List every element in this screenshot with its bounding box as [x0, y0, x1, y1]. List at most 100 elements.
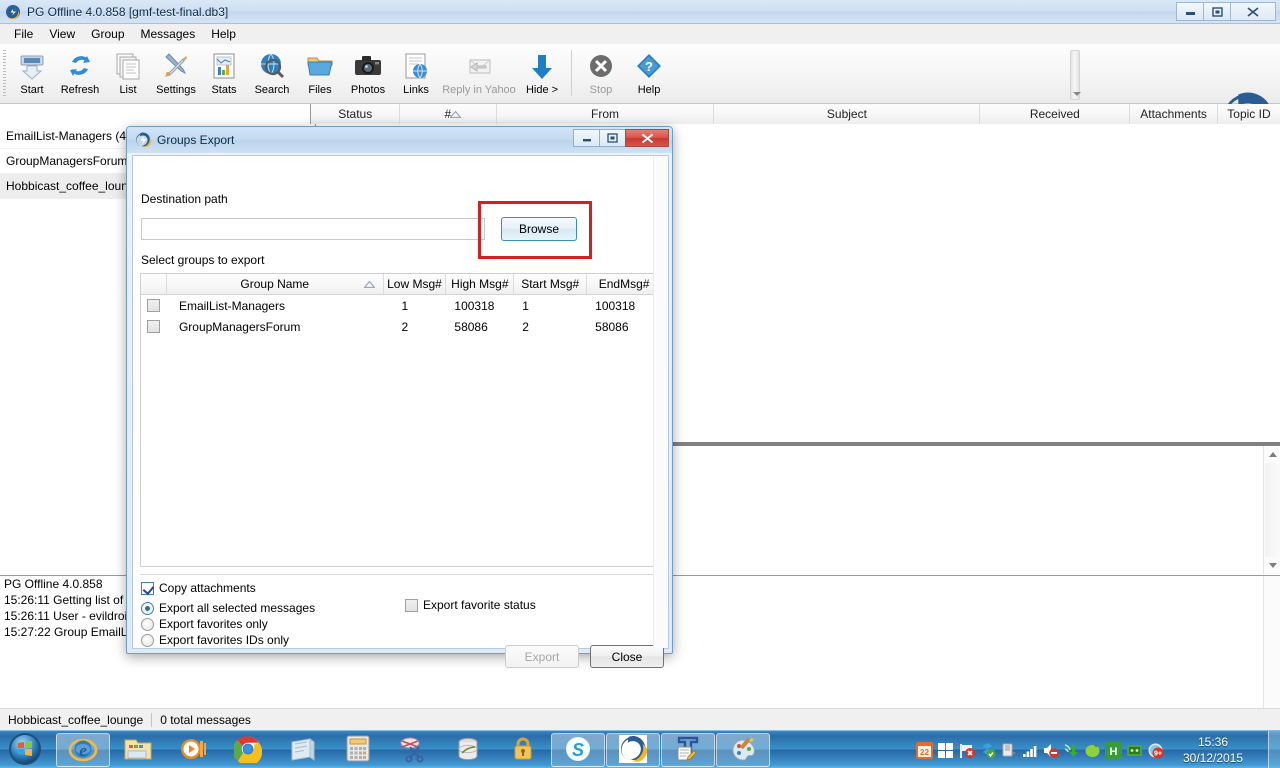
minimize-icon[interactable]: [573, 129, 600, 147]
menu-item-view[interactable]: View: [41, 25, 83, 43]
taskbar-app-google-chrome[interactable]: [221, 733, 275, 767]
toolbar-button-reply-in-yahoo[interactable]: Reply in Yahoo: [440, 46, 518, 102]
column-header-status[interactable]: Status: [311, 104, 401, 124]
toolbar-button-hide[interactable]: Hide >: [518, 46, 566, 102]
show-desktop-button[interactable]: [1268, 731, 1280, 768]
export-favorite-status-checkbox[interactable]: Export favorite status: [405, 597, 536, 613]
toolbar-button-files[interactable]: Files: [296, 46, 344, 102]
row-select-checkbox[interactable]: [141, 299, 167, 312]
grid-column-header-low-msg[interactable]: Low Msg#: [383, 274, 447, 295]
taskbar-app-pg-offline[interactable]: [606, 733, 660, 767]
network-signal-icon[interactable]: [1021, 742, 1038, 759]
taskbar-app-notepad[interactable]: [276, 733, 330, 767]
menu-item-help[interactable]: Help: [203, 25, 244, 43]
column-header-from[interactable]: From: [496, 104, 715, 124]
column-header-attachments[interactable]: Attachments: [1130, 104, 1218, 124]
scrollbar-track[interactable]: [1265, 463, 1280, 557]
main-window-titlebar[interactable]: PG Offline 4.0.858 [gmf-test-final.db3]: [0, 0, 1280, 24]
grid-column-header-group-name[interactable]: Group Name: [166, 274, 384, 295]
cell-group-name: GroupManagersForum: [178, 319, 301, 334]
taskbar-app-file-explorer[interactable]: [111, 733, 165, 767]
taskbar-app-text-editor[interactable]: [661, 733, 715, 767]
preview-scrollbar[interactable]: [1263, 446, 1280, 574]
grid-column-header-checkbox[interactable]: [141, 274, 167, 295]
toolbar-label: Refresh: [60, 84, 100, 96]
internet-explorer-icon: e: [68, 735, 98, 766]
destination-path-input[interactable]: [141, 218, 485, 240]
toolbar-button-stop[interactable]: Stop: [577, 46, 625, 102]
stop-x-circle-icon: [586, 49, 616, 83]
table-row[interactable]: GroupManagersForum 2 58086 2 58086: [141, 316, 662, 337]
close-icon[interactable]: [1230, 2, 1276, 21]
main-toolbar: Start Refresh List Settings Stats Search…: [0, 44, 1280, 142]
grid-column-header-end-msg[interactable]: EndMsg#: [587, 274, 662, 295]
menu-item-file[interactable]: File: [6, 25, 41, 43]
copy-attachments-checkbox[interactable]: Copy attachments: [141, 580, 421, 596]
toolbar-button-links[interactable]: Links: [392, 46, 440, 102]
grid-column-header-high-msg[interactable]: High Msg#: [446, 274, 515, 295]
column-header-number[interactable]: #: [400, 104, 497, 124]
toolbar-button-refresh[interactable]: Refresh: [56, 46, 104, 102]
column-header-received[interactable]: Received: [980, 104, 1131, 124]
windows-start-orb-icon[interactable]: [4, 732, 48, 768]
flag-error-icon[interactable]: [958, 742, 975, 759]
system-tray: 22 H 9+: [916, 731, 1164, 768]
taskbar-app-buttons: e S: [56, 733, 771, 767]
toolbar-button-search[interactable]: Search: [248, 46, 296, 102]
dialog-titlebar[interactable]: Groups Export: [127, 127, 672, 153]
radio-export-favorites-only[interactable]: Export favorites only: [141, 616, 421, 632]
camera-icon: [353, 49, 383, 83]
toolbar-button-help[interactable]: ? Help: [625, 46, 673, 102]
toolbar-button-stats[interactable]: Stats: [200, 46, 248, 102]
taskbar-app-skype[interactable]: S: [551, 733, 605, 767]
lime-green-icon[interactable]: [1084, 742, 1101, 759]
taskbar-app-padlock[interactable]: [496, 733, 550, 767]
browse-button[interactable]: Browse: [501, 217, 577, 241]
toolbar-grip[interactable]: [3, 50, 6, 98]
taskbar-app-media-player[interactable]: [166, 733, 220, 767]
toolbar-button-start[interactable]: Start: [8, 46, 56, 102]
notepad-icon: [289, 736, 317, 765]
dropbox-sync-icon[interactable]: [979, 742, 996, 759]
toolbar-button-photos[interactable]: Photos: [344, 46, 392, 102]
restore-icon[interactable]: [599, 129, 626, 147]
updates-9plus-icon[interactable]: 9+: [1147, 742, 1164, 759]
toolbar-button-settings[interactable]: Settings: [152, 46, 200, 102]
h-green-icon[interactable]: H: [1105, 741, 1122, 759]
menu-item-messages[interactable]: Messages: [133, 25, 204, 43]
volume-muted-icon[interactable]: [1042, 742, 1059, 759]
close-icon[interactable]: [625, 129, 669, 147]
table-row[interactable]: EmailList-Managers 1 100318 1 100318: [141, 295, 662, 316]
scroll-down-arrow-icon[interactable]: [1264, 557, 1280, 574]
log-scrollbar[interactable]: [1263, 576, 1280, 709]
taskbar-app-paint[interactable]: [716, 733, 770, 767]
export-button[interactable]: Export: [505, 645, 579, 668]
column-header-subject[interactable]: Subject: [714, 104, 981, 124]
green-display-icon[interactable]: [1126, 742, 1143, 759]
toolbar-button-list[interactable]: List: [104, 46, 152, 102]
menu-item-group[interactable]: Group: [83, 25, 132, 43]
download-active-icon[interactable]: [1063, 742, 1080, 759]
restore-icon[interactable]: [1203, 2, 1231, 21]
dialog-scrollbar[interactable]: [653, 156, 668, 648]
taskbar-app-internet-explorer[interactable]: e: [56, 733, 110, 767]
groups-grid[interactable]: Group Name Low Msg# High Msg# Start Msg#…: [140, 273, 663, 567]
radio-export-favorites-ids-only[interactable]: Export favorites IDs only: [141, 632, 421, 648]
row-select-checkbox[interactable]: [141, 320, 167, 333]
calendar-22-icon[interactable]: 22: [916, 741, 933, 759]
window-tiles-icon[interactable]: [937, 742, 954, 759]
taskbar-app-database[interactable]: [441, 733, 495, 767]
close-button[interactable]: Close: [590, 645, 664, 668]
cell-high-msg: 58086: [454, 319, 488, 334]
grid-column-header-start-msg[interactable]: Start Msg#: [514, 274, 588, 295]
device-icon[interactable]: [1000, 742, 1017, 759]
radio-export-all-selected[interactable]: Export all selected messages: [141, 600, 421, 616]
column-header-topic-id[interactable]: Topic ID: [1217, 104, 1280, 124]
taskbar-clock[interactable]: 15:36 30/12/2015: [1168, 734, 1258, 766]
minimize-icon[interactable]: [1176, 2, 1204, 21]
taskbar-app-snipping-tool[interactable]: [386, 733, 440, 767]
toolbar-overflow-chevron-icon[interactable]: [1070, 50, 1081, 100]
page-globe-icon: [401, 49, 431, 83]
scroll-up-arrow-icon[interactable]: [1264, 446, 1280, 463]
taskbar-app-calculator[interactable]: [331, 733, 385, 767]
